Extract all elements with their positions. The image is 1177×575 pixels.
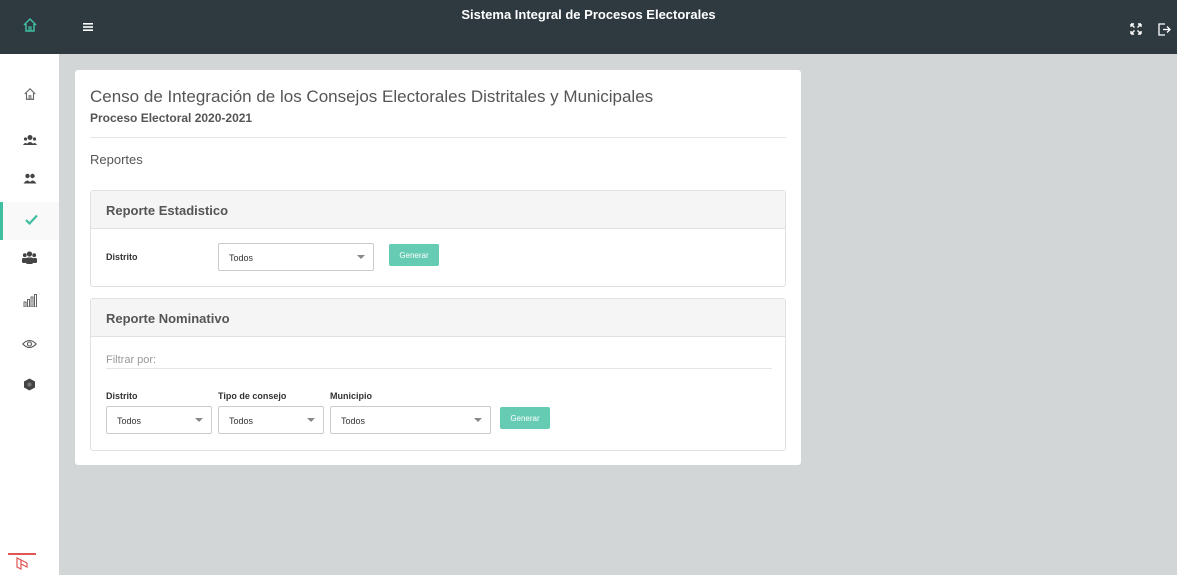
- tipo-consejo-select[interactable]: Todos: [218, 406, 324, 434]
- sidebar-item-check[interactable]: [0, 202, 59, 240]
- sidebar-item-people[interactable]: [0, 161, 59, 199]
- sidebar-item-home[interactable]: [0, 77, 59, 115]
- distrito-label: Distrito: [106, 252, 138, 262]
- distrito-select[interactable]: Todos: [106, 406, 212, 434]
- divider: [90, 137, 786, 138]
- select-value: Todos: [229, 416, 254, 426]
- user-group-icon: [22, 133, 37, 151]
- distrito-label: Distrito: [106, 391, 138, 401]
- caret-down-icon: [357, 255, 365, 259]
- app-title: Sistema Integral de Procesos Electorales: [461, 7, 716, 22]
- sidebar-item-bar-chart[interactable]: [0, 284, 59, 322]
- team-icon: [22, 251, 37, 269]
- select-value: Todos: [229, 253, 254, 263]
- eye-icon: [22, 336, 37, 354]
- filter-input[interactable]: Filtrar por:: [106, 354, 156, 366]
- people-icon: [23, 171, 37, 189]
- fullscreen-icon[interactable]: [1129, 22, 1143, 36]
- sidebar-item-hexagon[interactable]: [0, 368, 59, 406]
- page-title: Censo de Integración de los Consejos Ele…: [90, 87, 654, 106]
- top-bar: Sistema Integral de Procesos Electorales: [0, 0, 1177, 54]
- laravel-logo: [8, 553, 36, 575]
- panel-title: Reporte Estadistico: [91, 191, 785, 229]
- section-title: Reportes: [90, 152, 143, 167]
- sidebar-item-eye[interactable]: [0, 326, 59, 364]
- panel-title: Reporte Nominativo: [91, 299, 785, 337]
- municipio-select[interactable]: Todos: [330, 406, 491, 434]
- panel-reporte-estadistico: Reporte Estadistico Distrito Todos Gener…: [90, 190, 786, 287]
- check-icon: [24, 212, 38, 230]
- hexagon-icon: [23, 378, 36, 396]
- home-icon: [23, 87, 37, 106]
- laravel-icon: [15, 556, 29, 575]
- logout-icon[interactable]: [1157, 22, 1171, 36]
- caret-down-icon: [474, 418, 482, 422]
- page-subtitle: Proceso Electoral 2020-2021: [90, 111, 253, 125]
- select-value: Todos: [117, 416, 142, 426]
- select-value: Todos: [341, 416, 366, 426]
- caret-down-icon: [307, 418, 315, 422]
- municipio-label: Municipio: [330, 391, 372, 401]
- tipo-consejo-label: Tipo de consejo: [218, 391, 287, 401]
- filter-underline: [106, 368, 772, 369]
- top-right-actions: [1129, 22, 1171, 36]
- panel-reporte-nominativo: Reporte Nominativo Filtrar por: Distrito…: [90, 298, 786, 451]
- caret-down-icon: [195, 418, 203, 422]
- sidebar-item-team[interactable]: [0, 241, 59, 279]
- main-card: Censo de Integración de los Consejos Ele…: [75, 70, 801, 465]
- bar-chart-icon: [23, 294, 37, 312]
- sidebar-item-user-group[interactable]: [0, 123, 59, 161]
- generar-button[interactable]: Generar: [500, 407, 550, 429]
- sidebar: [0, 54, 59, 575]
- generar-button[interactable]: Generar: [389, 244, 439, 266]
- distrito-select[interactable]: Todos: [218, 243, 374, 271]
